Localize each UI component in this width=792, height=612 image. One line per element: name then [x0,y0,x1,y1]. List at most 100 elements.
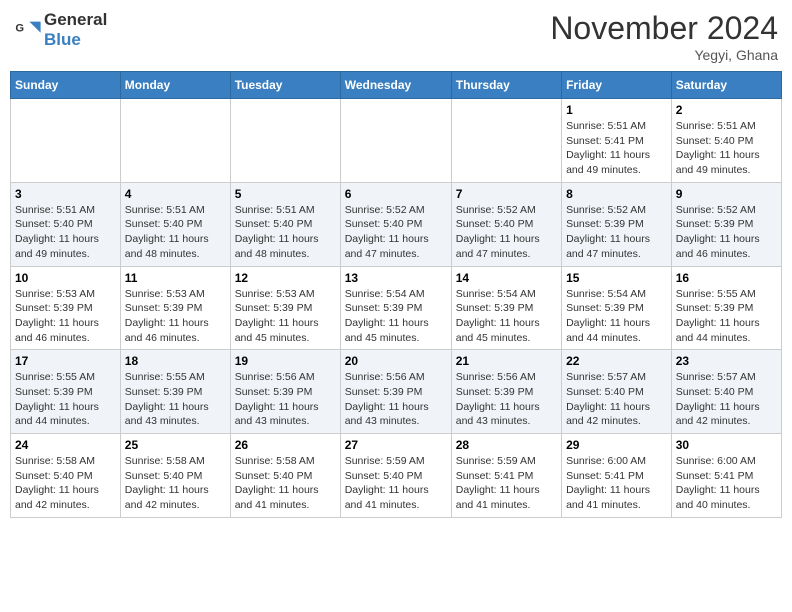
day-info: Sunrise: 5:51 AMSunset: 5:40 PMDaylight:… [125,203,226,262]
calendar-header-row: SundayMondayTuesdayWednesdayThursdayFrid… [11,72,782,99]
weekday-header: Friday [562,72,672,99]
day-number: 17 [15,354,116,368]
weekday-header: Sunday [11,72,121,99]
day-info: Sunrise: 5:57 AMSunset: 5:40 PMDaylight:… [676,370,777,429]
day-info: Sunrise: 5:55 AMSunset: 5:39 PMDaylight:… [676,287,777,346]
calendar-cell: 1Sunrise: 5:51 AMSunset: 5:41 PMDaylight… [562,99,672,183]
calendar-cell [451,99,561,183]
calendar-week-row: 17 Sunrise: 5:55 AMSunset: 5:39 PMDayligh… [11,350,782,434]
calendar-cell: 12 Sunrise: 5:53 AMSunset: 5:39 PMDayligh… [230,266,340,350]
calendar-week-row: 3 Sunrise: 5:51 AMSunset: 5:40 PMDaylight… [11,182,782,266]
day-info: Sunrise: 5:53 AMSunset: 5:39 PMDaylight:… [235,287,336,346]
day-info: Sunrise: 5:52 AMSunset: 5:39 PMDaylight:… [566,203,667,262]
day-number: 7 [456,187,557,201]
title-area: November 2024 Yegyi, Ghana [550,10,778,63]
calendar-cell [340,99,451,183]
day-number: 16 [676,271,777,285]
day-info: Sunrise: 5:56 AMSunset: 5:39 PMDaylight:… [345,370,447,429]
calendar-week-row: 10 Sunrise: 5:53 AMSunset: 5:39 PMDayligh… [11,266,782,350]
calendar-cell: 6 Sunrise: 5:52 AMSunset: 5:40 PMDaylight… [340,182,451,266]
day-info: Sunrise: 5:54 AMSunset: 5:39 PMDaylight:… [566,287,667,346]
day-number: 26 [235,438,336,452]
day-number: 27 [345,438,447,452]
day-info: Sunrise: 5:58 AMSunset: 5:40 PMDaylight:… [235,454,336,513]
calendar-cell: 28 Sunrise: 5:59 AMSunset: 5:41 PMDayligh… [451,434,561,518]
calendar-cell: 20Sunrise: 5:56 AMSunset: 5:39 PMDayligh… [340,350,451,434]
logo-blue: Blue [44,30,81,49]
month-title: November 2024 [550,10,778,47]
day-number: 6 [345,187,447,201]
location: Yegyi, Ghana [550,47,778,63]
calendar-cell: 23 Sunrise: 5:57 AMSunset: 5:40 PMDayligh… [671,350,781,434]
weekday-header: Wednesday [340,72,451,99]
day-info: Sunrise: 5:55 AMSunset: 5:39 PMDaylight:… [125,370,226,429]
calendar-cell: 8 Sunrise: 5:52 AMSunset: 5:39 PMDaylight… [562,182,672,266]
weekday-header: Monday [120,72,230,99]
day-info: Sunrise: 5:53 AMSunset: 5:39 PMDaylight:… [15,287,116,346]
day-number: 14 [456,271,557,285]
day-info: Sunrise: 5:58 AMSunset: 5:40 PMDaylight:… [125,454,226,513]
day-number: 12 [235,271,336,285]
calendar-cell: 13 Sunrise: 5:54 AMSunset: 5:39 PMDayligh… [340,266,451,350]
calendar-week-row: 1Sunrise: 5:51 AMSunset: 5:41 PMDaylight… [11,99,782,183]
day-info: Sunrise: 5:52 AMSunset: 5:40 PMDaylight:… [345,203,447,262]
day-number: 1 [566,103,667,117]
day-number: 15 [566,271,667,285]
day-number: 18 [125,354,226,368]
day-info: Sunrise: 5:59 AMSunset: 5:41 PMDaylight:… [456,454,557,513]
page-header: G General Blue November 2024 Yegyi, Ghan… [10,10,782,63]
day-info: Sunrise: 5:57 AMSunset: 5:40 PMDaylight:… [566,370,667,429]
day-info: Sunrise: 5:54 AMSunset: 5:39 PMDaylight:… [345,287,447,346]
calendar-cell: 19 Sunrise: 5:56 AMSunset: 5:39 PMDayligh… [230,350,340,434]
calendar-cell: 11Sunrise: 5:53 AMSunset: 5:39 PMDayligh… [120,266,230,350]
calendar-cell: 7 Sunrise: 5:52 AMSunset: 5:40 PMDaylight… [451,182,561,266]
calendar-cell: 29 Sunrise: 6:00 AMSunset: 5:41 PMDayligh… [562,434,672,518]
calendar-cell [120,99,230,183]
calendar-cell: 21 Sunrise: 5:56 AMSunset: 5:39 PMDayligh… [451,350,561,434]
day-number: 8 [566,187,667,201]
day-number: 23 [676,354,777,368]
day-info: Sunrise: 5:59 AMSunset: 5:40 PMDaylight:… [345,454,447,513]
day-info: Sunrise: 5:56 AMSunset: 5:39 PMDaylight:… [235,370,336,429]
day-number: 10 [15,271,116,285]
calendar-cell: 26 Sunrise: 5:58 AMSunset: 5:40 PMDayligh… [230,434,340,518]
calendar-cell: 30 Sunrise: 6:00 AMSunset: 5:41 PMDayligh… [671,434,781,518]
day-number: 29 [566,438,667,452]
calendar-cell: 2 Sunrise: 5:51 AMSunset: 5:40 PMDaylight… [671,99,781,183]
day-number: 3 [15,187,116,201]
day-info: Sunrise: 5:51 AMSunset: 5:40 PMDaylight:… [676,119,777,178]
weekday-header: Saturday [671,72,781,99]
calendar-week-row: 24Sunrise: 5:58 AMSunset: 5:40 PMDayligh… [11,434,782,518]
day-info: Sunrise: 6:00 AMSunset: 5:41 PMDaylight:… [566,454,667,513]
day-info: Sunrise: 5:52 AMSunset: 5:39 PMDaylight:… [676,203,777,262]
calendar-cell: 3Sunrise: 5:51 AMSunset: 5:40 PMDaylight… [11,182,121,266]
svg-text:G: G [15,22,24,34]
calendar-cell: 24Sunrise: 5:58 AMSunset: 5:40 PMDayligh… [11,434,121,518]
day-number: 21 [456,354,557,368]
calendar-cell: 9 Sunrise: 5:52 AMSunset: 5:39 PMDaylight… [671,182,781,266]
day-info: Sunrise: 5:52 AMSunset: 5:40 PMDaylight:… [456,203,557,262]
logo: G General Blue [14,10,107,50]
day-number: 25 [125,438,226,452]
day-number: 28 [456,438,557,452]
day-number: 19 [235,354,336,368]
logo-icon: G [14,16,42,44]
day-info: Sunrise: 5:55 AMSunset: 5:39 PMDaylight:… [15,370,116,429]
calendar-cell: 4Sunrise: 5:51 AMSunset: 5:40 PMDaylight… [120,182,230,266]
calendar-cell: 22 Sunrise: 5:57 AMSunset: 5:40 PMDayligh… [562,350,672,434]
calendar-cell: 27 Sunrise: 5:59 AMSunset: 5:40 PMDayligh… [340,434,451,518]
weekday-header: Thursday [451,72,561,99]
calendar-cell: 10 Sunrise: 5:53 AMSunset: 5:39 PMDayligh… [11,266,121,350]
day-number: 30 [676,438,777,452]
day-info: Sunrise: 6:00 AMSunset: 5:41 PMDaylight:… [676,454,777,513]
day-number: 2 [676,103,777,117]
day-number: 9 [676,187,777,201]
day-number: 13 [345,271,447,285]
calendar-cell: 15 Sunrise: 5:54 AMSunset: 5:39 PMDayligh… [562,266,672,350]
day-info: Sunrise: 5:58 AMSunset: 5:40 PMDaylight:… [15,454,116,513]
day-info: Sunrise: 5:53 AMSunset: 5:39 PMDaylight:… [125,287,226,346]
calendar-cell: 14Sunrise: 5:54 AMSunset: 5:39 PMDayligh… [451,266,561,350]
day-info: Sunrise: 5:56 AMSunset: 5:39 PMDaylight:… [456,370,557,429]
logo-general: General [44,10,107,29]
day-number: 22 [566,354,667,368]
